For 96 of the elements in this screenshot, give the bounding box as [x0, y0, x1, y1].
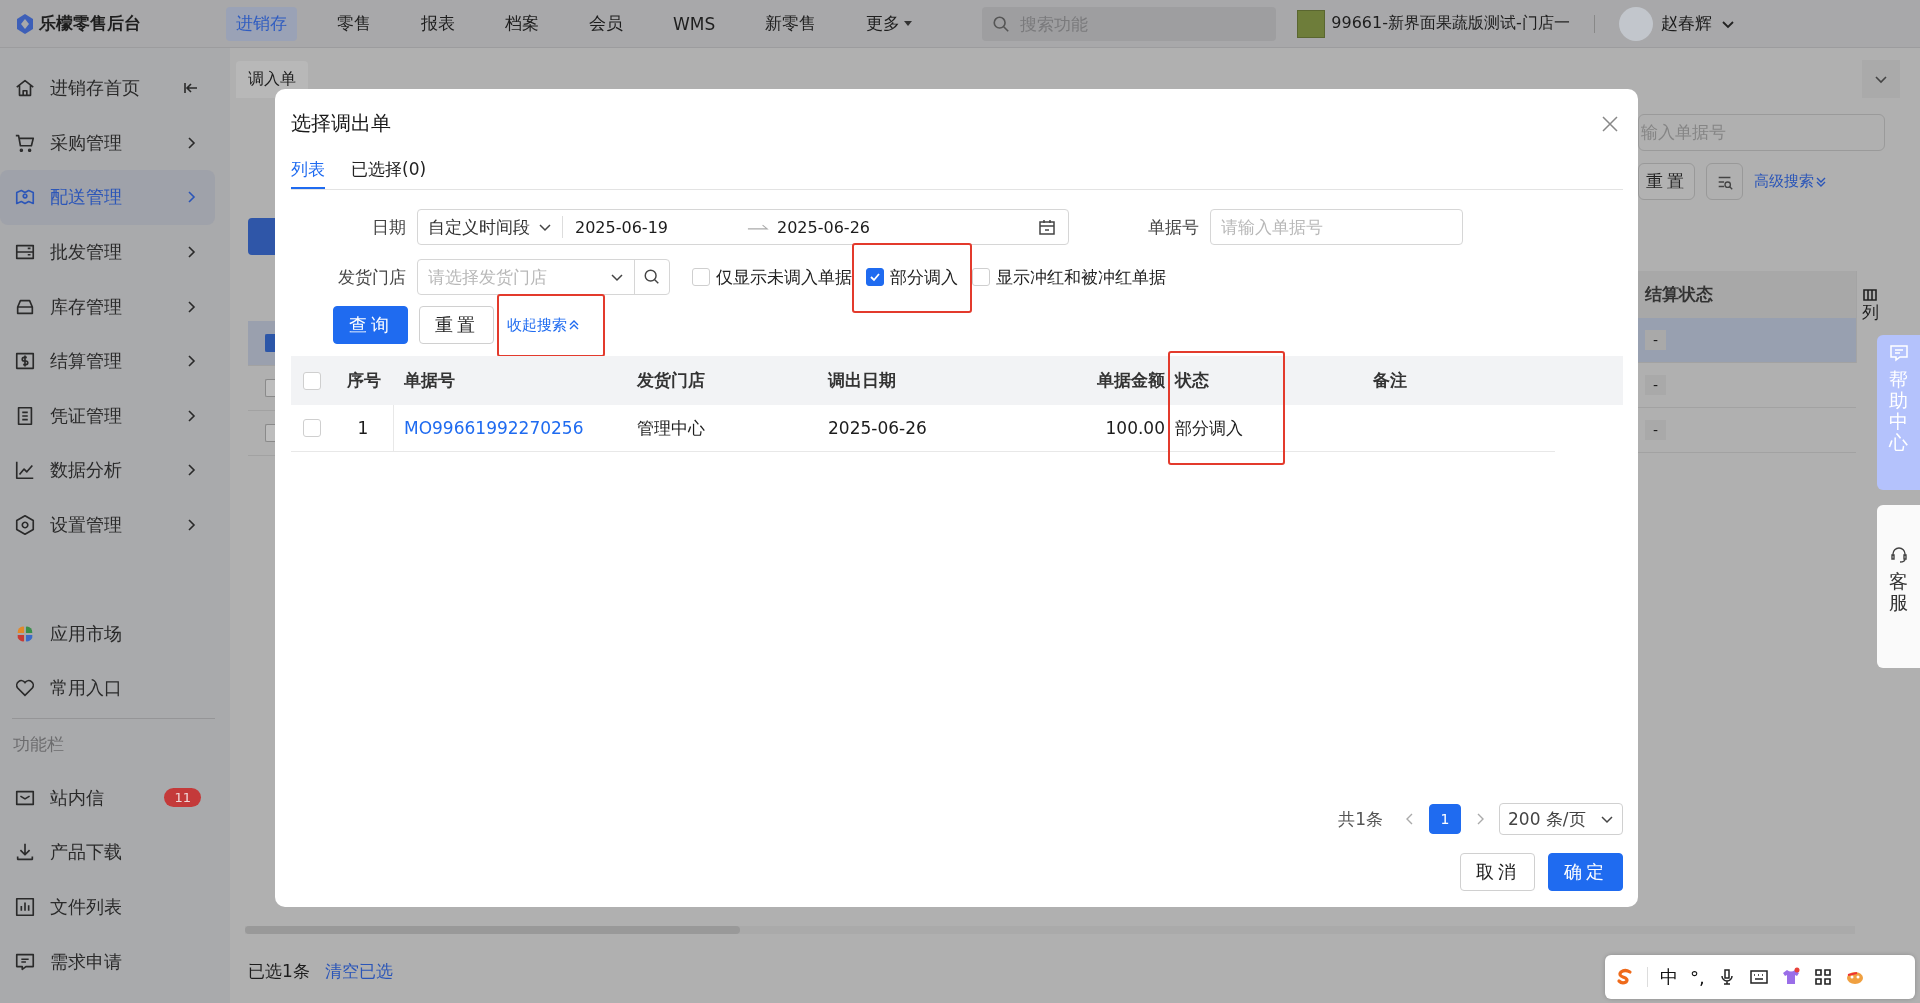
table-row[interactable]: - [1638, 408, 1856, 453]
sidebar-item[interactable]: 批发管理 [0, 224, 215, 280]
nav-tab[interactable]: 报表 [411, 6, 465, 41]
dialog-button[interactable]: 取消 [1460, 853, 1535, 891]
table-header-cell-text: 单据金额 [1096, 369, 1166, 392]
dialog-button[interactable]: 重置 [419, 306, 494, 344]
checkmark-icon [869, 271, 881, 283]
nav-tab[interactable]: 会员 [579, 6, 633, 41]
doc-number-field[interactable]: 请输入单据号 [1210, 209, 1463, 245]
sidebar-item[interactable]: 凭证管理 [0, 388, 215, 444]
table-row[interactable]: - [1638, 318, 1856, 363]
section-label: 功能栏 [12, 733, 65, 757]
collapse-search-link[interactable]: 收起搜索 [507, 315, 579, 335]
shirt-icon[interactable] [1780, 967, 1801, 987]
table-cell: 1 [333, 405, 394, 451]
sogou-logo-icon[interactable] [1615, 967, 1635, 987]
selection-count: 已选1条 [248, 959, 310, 983]
page-button[interactable]: 1 [1429, 804, 1461, 834]
menu-icon [14, 896, 36, 918]
unread-count: 11 [164, 788, 201, 808]
nav-tab[interactable]: WMS [663, 6, 726, 41]
reset-button[interactable]: 重置 [1638, 163, 1695, 200]
headset-icon [1888, 545, 1909, 565]
close-icon[interactable] [1600, 114, 1620, 134]
app-name: 乐檬零售后台 [39, 12, 141, 35]
sidebar-item[interactable]: 需求申请 [0, 934, 215, 989]
sidebar-item[interactable]: 结算管理 [0, 333, 215, 389]
sidebar-item[interactable]: 文件列表 [0, 879, 215, 935]
dialog-button[interactable]: 查询 [333, 306, 408, 344]
keyboard-icon[interactable] [1748, 967, 1769, 987]
sidebar-item[interactable]: 应用市场 [0, 606, 215, 661]
grid-icon[interactable] [1812, 967, 1833, 987]
store-photo-placeholder [1297, 9, 1326, 38]
table-header-cell-text: 单据号 [403, 369, 456, 392]
checkbox[interactable]: 仅显示未调入单据 [692, 265, 852, 289]
table-row[interactable]: - [1638, 363, 1856, 408]
table-cell: - [1645, 375, 1667, 395]
page-size-select[interactable]: 200 条/页 [1499, 803, 1623, 835]
nav-tab[interactable]: 零售 [327, 6, 381, 41]
sidebar-item[interactable]: 产品下载 [0, 825, 215, 880]
table-header-cell: 结算状态 [1638, 271, 1856, 318]
sidebar-item[interactable]: 站内信 11 [0, 770, 215, 826]
search-icon [992, 14, 1011, 33]
checkbox[interactable]: 部分调入 [866, 265, 958, 289]
table-header-cell-text: 状态 [1173, 369, 1210, 392]
nav-tab[interactable]: 新零售 [755, 6, 827, 41]
nav-tab[interactable]: 档案 [495, 6, 549, 41]
logo-icon [15, 12, 35, 35]
table-cell-text: 部分调入 [1174, 416, 1244, 440]
checkbox[interactable]: 显示冲红和被冲红单据 [972, 265, 1166, 289]
sidebar-item[interactable]: 采购管理 [0, 115, 215, 171]
double-chevron-down-icon [1816, 175, 1826, 188]
nav-tab[interactable]: 更多 [856, 6, 923, 41]
table-cell: - [1645, 330, 1667, 350]
filter-button[interactable] [1706, 163, 1743, 200]
dialog-tab[interactable]: 已选择(0) [351, 151, 427, 189]
table-cell-text: 管理中心 [636, 416, 706, 440]
punctuation-toggle[interactable]: °, [1690, 966, 1705, 988]
table-cell: - [1645, 420, 1667, 440]
document-link[interactable]: MO99661992270256 [404, 418, 584, 438]
columns-icon [1863, 289, 1877, 301]
sidebar-item[interactable]: 进销存首页 [0, 61, 215, 116]
double-chevron-up-icon [569, 319, 579, 331]
calendar-icon [1038, 218, 1056, 236]
field-label: 日期 [371, 215, 406, 239]
previous-page-icon[interactable] [1405, 812, 1415, 826]
chat-bubble-icon [1888, 343, 1909, 363]
field-label: 发货门店 [337, 265, 406, 289]
customer-service-tab[interactable]: 客服 [1877, 505, 1920, 668]
table-header-cell-text: 序号 [345, 369, 382, 392]
menu-icon [14, 514, 36, 537]
sidebar-item[interactable]: 常用入口 [0, 660, 215, 716]
table-cell-text: 100.00 [1104, 417, 1166, 440]
sidebar-item[interactable]: 数据分析 [0, 443, 215, 498]
sidebar-item[interactable]: 设置管理 [0, 497, 215, 553]
sidebar-item[interactable]: 库存管理 [0, 279, 215, 334]
date-range-field[interactable]: 自定义时间段 2025-06-19 2025-06-26 [417, 209, 1069, 245]
search-icon [643, 268, 661, 286]
next-page-icon[interactable] [1475, 812, 1485, 826]
dialog-title: 选择调出单 [291, 110, 391, 136]
field-label: 单据号 [1148, 215, 1199, 239]
table-header-cell-text: 备注 [1372, 369, 1408, 392]
table-cell-text: 2025-06-26 [827, 417, 928, 440]
language-mode-toggle[interactable]: 中 [1660, 965, 1678, 989]
caret-down-icon [904, 21, 913, 26]
dialog-button[interactable]: 确定 [1548, 853, 1623, 891]
select-all-checkbox[interactable] [303, 371, 321, 390]
table-header-cell-text: 调出日期 [826, 369, 897, 392]
store-name[interactable]: 99661-新界面果蔬版测试-门店一 [1331, 13, 1570, 34]
user-name[interactable]: 赵春辉 [1660, 12, 1712, 35]
table-header-cell-text: 发货门店 [636, 369, 706, 392]
total-count: 共1条 [1338, 807, 1383, 831]
advanced-search-link[interactable]: 高级搜索 [1754, 172, 1826, 191]
menu-icon [14, 459, 36, 482]
dialog-tab[interactable]: 列表 [291, 151, 325, 189]
row-checkbox[interactable] [303, 419, 321, 437]
